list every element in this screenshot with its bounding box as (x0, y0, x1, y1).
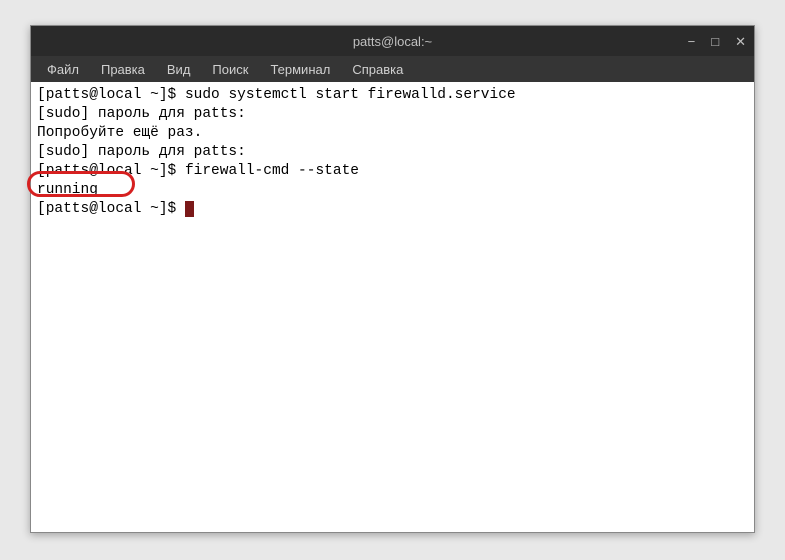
maximize-button[interactable]: □ (711, 35, 719, 48)
terminal-cursor (185, 201, 194, 217)
close-button[interactable]: ✕ (735, 35, 746, 48)
menu-help[interactable]: Справка (342, 59, 413, 80)
terminal-line: Попробуйте ещё раз. (37, 124, 748, 143)
window-controls: − □ ✕ (688, 35, 746, 48)
terminal-line: [patts@local ~]$ sudo systemctl start fi… (37, 86, 748, 105)
titlebar[interactable]: patts@local:~ − □ ✕ (31, 26, 754, 56)
window-title: patts@local:~ (353, 34, 432, 49)
terminal-window: patts@local:~ − □ ✕ Файл Правка Вид Поис… (30, 25, 755, 533)
command-text: sudo systemctl start firewalld.service (185, 87, 516, 103)
menu-edit[interactable]: Правка (91, 59, 155, 80)
terminal-line: [sudo] пароль для patts: (37, 105, 748, 124)
prompt: [patts@local ~]$ (37, 201, 185, 217)
menu-terminal[interactable]: Терминал (260, 59, 340, 80)
terminal-line: [patts@local ~]$ firewall-cmd --state (37, 162, 748, 181)
menu-view[interactable]: Вид (157, 59, 201, 80)
menubar: Файл Правка Вид Поиск Терминал Справка (31, 56, 754, 82)
terminal-output[interactable]: [patts@local ~]$ sudo systemctl start fi… (31, 82, 754, 532)
menu-file[interactable]: Файл (37, 59, 89, 80)
terminal-line: [sudo] пароль для patts: (37, 143, 748, 162)
terminal-line-highlighted: running (37, 181, 748, 200)
prompt: [patts@local ~]$ (37, 163, 185, 179)
prompt: [patts@local ~]$ (37, 87, 185, 103)
command-text: firewall-cmd --state (185, 163, 359, 179)
minimize-button[interactable]: − (688, 35, 696, 48)
menu-search[interactable]: Поиск (202, 59, 258, 80)
terminal-line: [patts@local ~]$ (37, 200, 748, 219)
